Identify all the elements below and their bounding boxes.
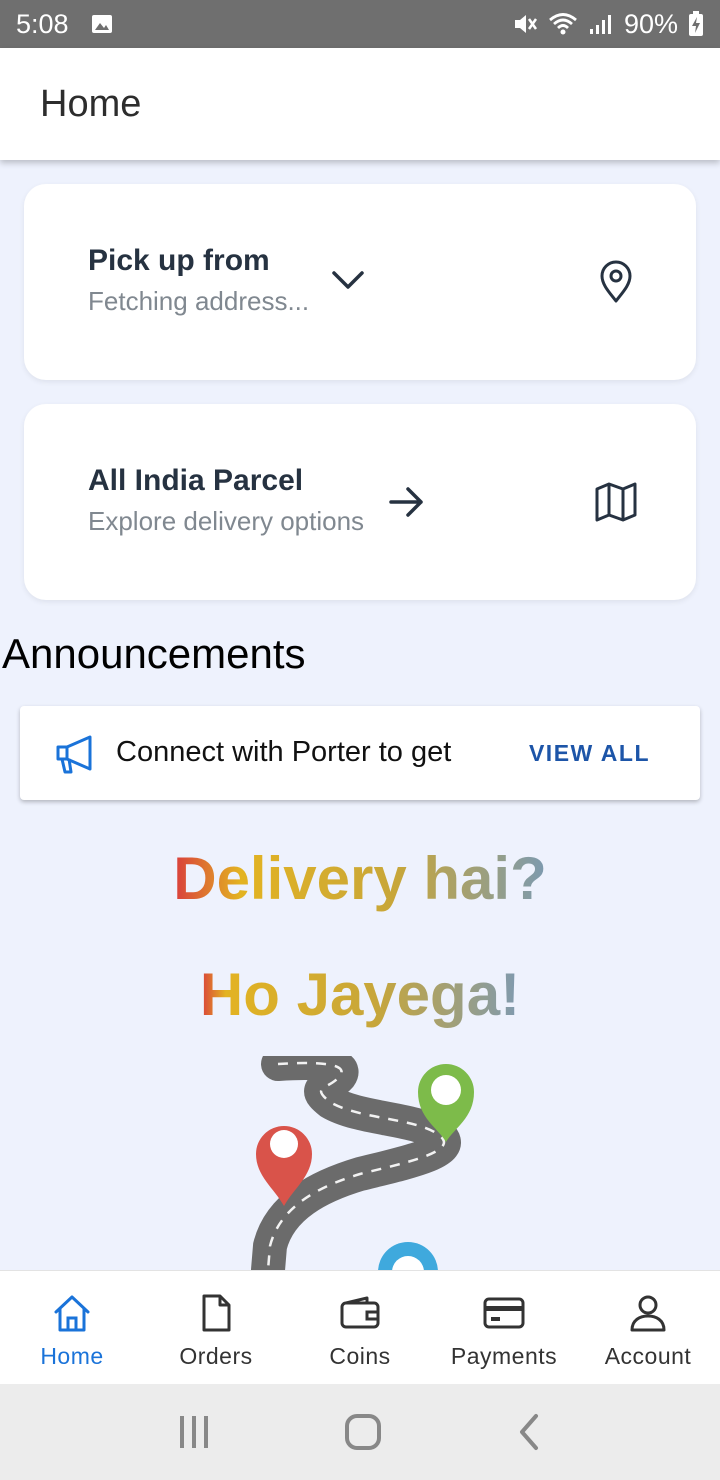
mute-icon [512, 12, 538, 36]
battery-charging-icon [688, 11, 704, 37]
wallet-icon [339, 1291, 381, 1335]
promo-line-2-text: Ho Jayega! [199, 961, 521, 1028]
view-all-button[interactable]: VIEW ALL [529, 740, 650, 767]
system-navigation-bar [0, 1384, 720, 1480]
promo-line-1-text: Delivery hai? [173, 845, 547, 912]
promo-line-1: Delivery hai? [0, 844, 720, 913]
road-illustration [240, 1046, 500, 1302]
back-icon[interactable] [514, 1412, 544, 1452]
nav-account-label: Account [604, 1343, 692, 1369]
home-button-icon[interactable] [343, 1412, 383, 1452]
pickup-address: Fetching address... [88, 286, 310, 316]
announcement-message: Connect with Porter to get [116, 736, 452, 768]
nav-payments[interactable]: Payments [432, 1271, 576, 1384]
promo-line-2: Ho Jayega! [0, 960, 720, 1029]
parcel-title: All India Parcel [88, 464, 304, 497]
nav-orders[interactable]: Orders [144, 1271, 288, 1384]
pickup-card[interactable]: Pick up from Fetching address... [24, 184, 696, 380]
bottom-navigation: Home Orders Coins Payments Account [0, 1270, 720, 1384]
page-title: Home [40, 82, 142, 125]
wifi-icon [548, 12, 578, 36]
nav-account[interactable]: Account [576, 1271, 720, 1384]
parcel-subtitle: Explore delivery options [88, 506, 365, 536]
nav-coins-label: Coins [329, 1343, 391, 1369]
parcel-card[interactable]: All India Parcel Explore delivery option… [24, 404, 696, 600]
nav-home[interactable]: Home [0, 1271, 144, 1384]
nav-coins[interactable]: Coins [288, 1271, 432, 1384]
nav-payments-label: Payments [450, 1343, 558, 1369]
document-icon [198, 1291, 234, 1335]
announcement-banner[interactable]: Connect with Porter to get VIEW ALL [20, 706, 700, 800]
blue-map-pin-icon [378, 1242, 438, 1302]
location-pin-icon[interactable] [598, 260, 634, 304]
announcements-heading: Announcements [2, 630, 306, 677]
recents-icon[interactable] [176, 1414, 212, 1450]
nav-home-label: Home [40, 1343, 104, 1369]
status-time: 5:08 [16, 8, 69, 39]
status-bar: 5:08 90% [0, 0, 720, 48]
chevron-down-icon[interactable] [330, 268, 366, 292]
person-icon [628, 1291, 668, 1335]
megaphone-icon [54, 732, 98, 776]
nav-orders-label: Orders [179, 1343, 253, 1369]
pickup-title: Pick up from [88, 244, 270, 277]
arrow-right-icon[interactable] [388, 484, 426, 520]
app-bar: Home [0, 48, 720, 160]
signal-icon [588, 12, 614, 36]
gallery-icon [91, 14, 113, 34]
card-icon [482, 1291, 526, 1335]
map-icon[interactable] [594, 480, 638, 524]
home-icon [51, 1291, 93, 1335]
battery-percent: 90% [623, 8, 678, 39]
